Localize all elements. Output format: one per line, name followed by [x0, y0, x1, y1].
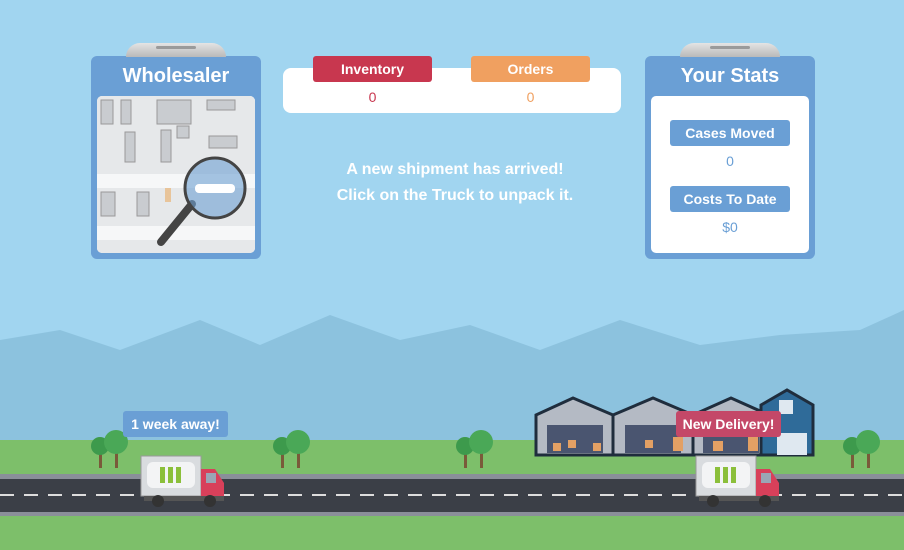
- tree: [455, 428, 495, 475]
- new-delivery-tag: New Delivery!: [676, 411, 781, 437]
- clipboard-clip: [680, 43, 780, 57]
- wholesaler-title: Wholesaler: [122, 65, 230, 87]
- message-line-1: A new shipment has arrived!: [346, 161, 564, 178]
- incoming-shipment-tag: 1 week away!: [123, 411, 228, 437]
- truck-icon: [695, 455, 779, 507]
- tree: [272, 428, 312, 475]
- tree: [842, 428, 882, 475]
- cases-moved-value: 0: [726, 153, 734, 169]
- wholesaler-map-image[interactable]: [97, 96, 255, 253]
- wholesaler-card[interactable]: Wholesaler: [91, 43, 261, 259]
- message-line-2: Click on the Truck to unpack it.: [336, 187, 574, 204]
- stats-body: Cases Moved 0 Costs To Date $0: [651, 96, 809, 253]
- clipboard-clip: [126, 43, 226, 57]
- costs-label: Costs To Date: [670, 186, 790, 212]
- map-magnifier-icon: [97, 96, 255, 253]
- cases-moved-label: Cases Moved: [670, 120, 790, 146]
- inventory-value: 0: [368, 89, 377, 105]
- orders-label: Orders: [471, 56, 590, 82]
- stats-title: Your Stats: [680, 65, 780, 87]
- grass-front: [0, 516, 904, 550]
- inventory-label: Inventory: [313, 56, 432, 82]
- truck-icon: [140, 455, 224, 507]
- stats-card: Your Stats Cases Moved 0 Costs To Date $…: [645, 43, 815, 259]
- delivery-truck[interactable]: [695, 455, 783, 509]
- orders-value: 0: [526, 89, 535, 105]
- costs-value: $0: [722, 219, 738, 235]
- incoming-truck[interactable]: [140, 455, 228, 509]
